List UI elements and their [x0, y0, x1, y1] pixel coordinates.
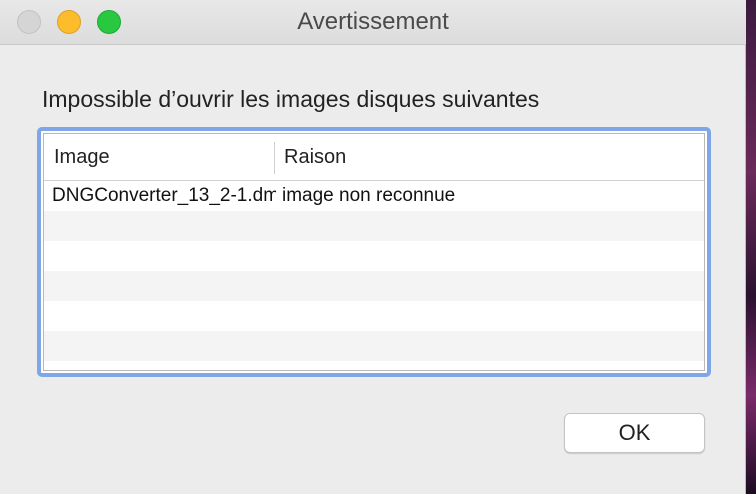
table-body-container: Image Raison DNGConverter_13_2-1.dmg ima… [43, 133, 705, 371]
column-header-image[interactable]: Image [54, 134, 269, 180]
table-row-empty [44, 301, 704, 331]
column-divider[interactable] [274, 142, 275, 174]
warning-dialog-window: Avertissement Impossible d’ouvrir les im… [0, 0, 746, 494]
cell-reason: image non reconnue [282, 185, 456, 206]
failed-images-table[interactable]: Image Raison DNGConverter_13_2-1.dmg ima… [37, 127, 711, 377]
window-title: Avertissement [297, 8, 449, 35]
table-header: Image Raison [44, 134, 704, 181]
table-row-empty [44, 211, 704, 241]
dialog-message: Impossible d’ouvrir les images disques s… [42, 86, 540, 112]
table-row-empty [44, 271, 704, 301]
table-row[interactable]: DNGConverter_13_2-1.dmg image non reconn… [44, 181, 704, 211]
cell-image-name: DNGConverter_13_2-1.dmg [52, 185, 276, 206]
table-row-empty [44, 331, 704, 361]
ok-button[interactable]: OK [564, 413, 705, 453]
column-header-reason[interactable]: Raison [284, 134, 664, 180]
desktop-background [745, 0, 756, 494]
table-row-empty [44, 241, 704, 271]
title-bar: Avertissement [0, 0, 746, 45]
